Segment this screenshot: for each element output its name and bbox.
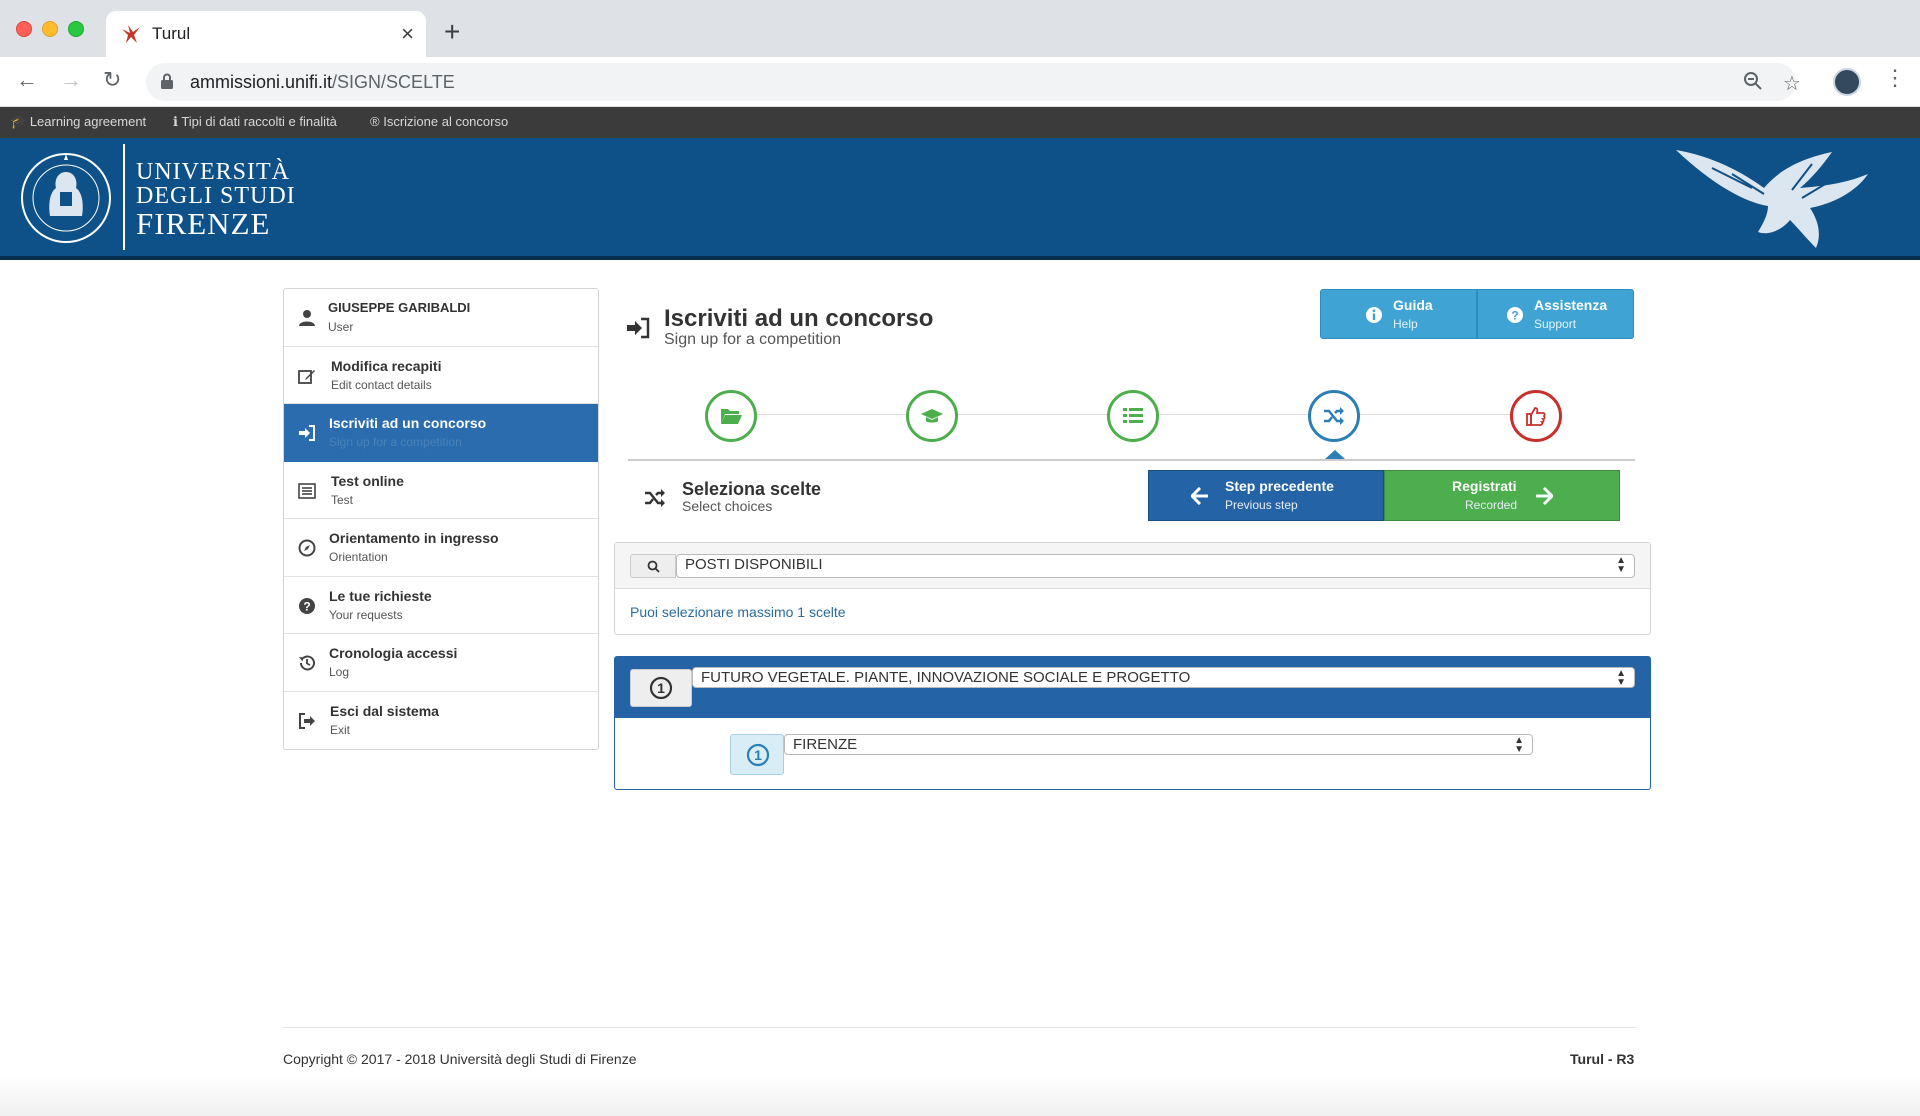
list-icon [1123,408,1143,423]
thumbs-up-icon [1526,407,1546,426]
select-arrows-icon: ▲ ▼ [1616,555,1626,575]
arrow-left-icon [1191,487,1208,505]
number-one-icon: 1 [746,743,770,767]
bottom-fade [0,1076,1920,1116]
search-icon [647,560,660,573]
question-icon: ? [299,597,315,614]
number-one-icon: 1 [649,676,673,700]
url-text: ammissioni.unifi.it/SIGN/SCELTE [190,72,455,92]
folder-open-icon [721,409,742,424]
browser-menu-icon[interactable]: ⋮ [1884,65,1906,91]
current-step-indicator [1325,450,1345,459]
register-button[interactable]: Registrati Recorded [1384,470,1620,521]
step-1-folder[interactable] [705,390,757,442]
user-icon [299,310,315,326]
back-icon[interactable]: ← [16,67,38,93]
svg-text:1: 1 [657,680,665,696]
info-icon [1366,307,1382,323]
select-arrows-icon: ▲ ▼ [1616,668,1626,688]
profile-avatar[interactable] [1833,68,1861,96]
step-4-choices[interactable] [1308,390,1360,442]
new-tab-button[interactable]: + [444,16,460,48]
university-seal-logo[interactable] [20,148,112,248]
step-3-list[interactable] [1107,390,1159,442]
random-icon [645,489,665,507]
choice-panel: 1 FUTURO VEGETALE. PIANTE, INNOVAZIONE S… [614,656,1651,790]
browser-tab-bar: Turul × + [0,0,1920,57]
steps-baseline [628,459,1635,461]
browser-toolbar: ← → ↻ ammissioni.unifi.it/SIGN/SCELTE ☆ … [0,57,1920,107]
footer-divider [283,1027,1636,1028]
header-divider [123,144,125,250]
minimize-window-button[interactable] [42,21,58,37]
university-name[interactable]: UNIVERSITÀ DEGLI STUDI FIRENZE [136,160,296,239]
help-button[interactable]: Guida Help [1320,289,1477,339]
zoom-icon[interactable] [1743,71,1763,91]
sede-select[interactable]: FIRENZE ▲ ▼ [784,734,1533,755]
sidebar-item-signup[interactable]: Iscriviti ad un concorso Sign up for a c… [284,404,598,462]
section-subtitle: Select choices [682,498,773,514]
forward-icon[interactable]: → [60,67,82,93]
sidebar-menu: GIUSEPPE GARIBALDI User Modifica recapit… [283,288,599,750]
sede-number-badge: 1 [730,734,784,775]
page-title: Iscriviti ad un concorso [664,305,934,332]
availability-select[interactable]: POSTI DISPONIBILI ▲ ▼ [676,554,1635,578]
select-arrows-icon: ▲ ▼ [1514,735,1524,755]
data-info-link[interactable]: ℹ Tipi di dati raccolti e finalità [173,114,337,130]
university-header: UNIVERSITÀ DEGLI STUDI FIRENZE [0,138,1920,260]
support-button[interactable]: ? Assistenza Support [1477,289,1634,339]
filter-panel-header: POSTI DISPONIBILI ▲ ▼ [615,543,1650,589]
choice-number-badge: 1 [630,669,692,707]
top-link-strip: 🎓 Learning agreement ℹ Tipi di dati racc… [0,107,1920,138]
arrow-right-icon [1536,487,1553,505]
sidebar-item-test-online[interactable]: Test online Test [284,462,598,519]
browser-tab[interactable]: Turul × [106,11,426,57]
turul-favicon-icon [122,25,140,43]
tab-title: Turul [152,24,191,43]
svg-text:1: 1 [754,747,762,763]
course-select[interactable]: FUTURO VEGETALE. PIANTE, INNOVAZIONE SOC… [692,667,1635,688]
lock-icon [161,73,173,89]
filter-panel: POSTI DISPONIBILI ▲ ▼ Puoi selezionare ma… [614,542,1651,635]
sign-in-icon [299,425,315,441]
address-bar[interactable]: ammissioni.unifi.it/SIGN/SCELTE ☆ [146,63,1801,101]
reload-icon[interactable]: ↻ [103,67,121,93]
max-choices-info: Puoi selezionare massimo 1 scelte [630,604,846,620]
registration-link[interactable]: ® Iscrizione al concorso [370,114,508,129]
step-2-education[interactable] [906,390,958,442]
list-icon [298,482,316,499]
eagle-emblem-icon [1676,150,1868,248]
maximize-window-button[interactable] [68,21,84,37]
edit-icon [298,369,315,384]
choice-panel-header: 1 FUTURO VEGETALE. PIANTE, INNOVAZIONE S… [615,657,1650,718]
svg-text:?: ? [1511,309,1518,323]
sidebar-item-access-log[interactable]: Cronologia accessi Log [284,634,598,692]
graduation-cap-icon [921,409,943,423]
sign-out-icon [299,712,315,729]
step-5-confirm[interactable] [1510,390,1562,442]
search-addon [630,554,676,578]
random-icon [1324,407,1344,425]
section-title: Seleziona scelte [682,479,822,499]
sign-in-icon [627,317,650,339]
copyright-text: Copyright © 2017 - 2018 Università degli… [283,1051,637,1067]
history-icon [299,655,315,671]
sidebar-item-orientation[interactable]: Orientamento in ingresso Orientation [284,519,598,577]
previous-step-button[interactable]: Step precedente Previous step [1148,470,1384,521]
svg-text:?: ? [303,599,310,613]
sidebar-item-requests[interactable]: ? Le tue richieste Your requests [284,577,598,634]
bookmark-star-icon[interactable]: ☆ [1783,71,1801,96]
question-icon: ? [1507,307,1523,323]
version-text: Turul - R3 [1570,1051,1635,1067]
learning-agreement-link[interactable]: 🎓 Learning agreement [10,114,146,130]
sidebar-item-user[interactable]: GIUSEPPE GARIBALDI User [284,289,598,347]
sidebar-item-exit[interactable]: Esci dal sistema Exit [284,692,598,750]
page-subtitle: Sign up for a competition [664,331,841,348]
close-window-button[interactable] [16,21,32,37]
compass-icon [298,539,316,557]
sidebar-item-edit-contacts[interactable]: Modifica recapiti Edit contact details [284,347,598,404]
tab-close-icon[interactable]: × [401,21,414,47]
